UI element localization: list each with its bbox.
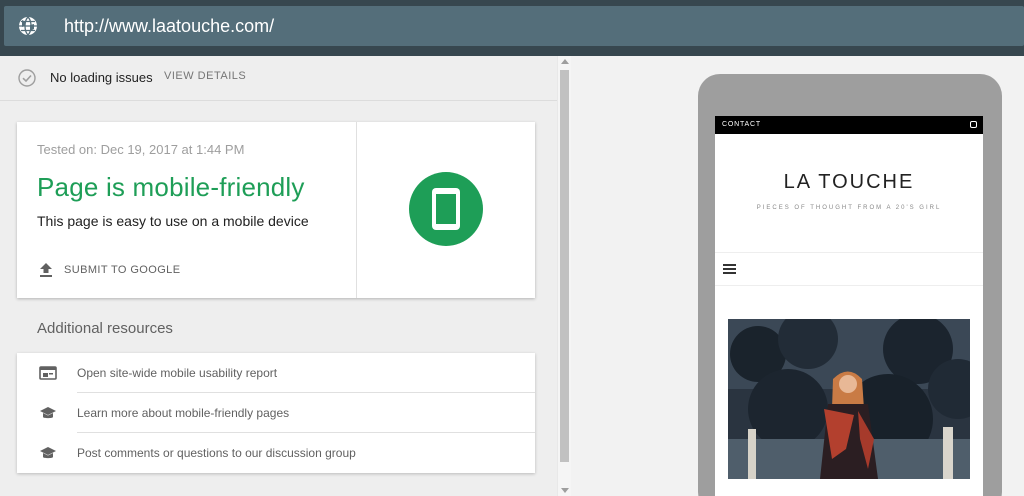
mobile-friendly-badge: [409, 172, 483, 246]
site-title: LA TOUCHE: [783, 171, 915, 193]
site-tagline: PIECES OF THOUGHT FROM A 20'S GIRL: [756, 205, 942, 211]
site-top-bar: CONTACT: [715, 116, 983, 134]
scroll-up-icon[interactable]: [561, 59, 569, 64]
school-icon: [40, 447, 56, 459]
globe-icon: [19, 16, 37, 36]
card-divider: [356, 122, 357, 298]
loading-status-row: No loading issues VIEW DETAILS: [0, 56, 558, 101]
hamburger-menu-icon: [723, 264, 737, 274]
school-icon: [40, 407, 56, 419]
url-text: http://www.laatouche.com/: [64, 16, 275, 36]
divider: [715, 252, 983, 253]
check-circle-icon: [18, 69, 36, 87]
scroll-thumb[interactable]: [560, 70, 569, 462]
url-bar: http://www.laatouche.com/: [0, 0, 1024, 56]
loading-status-text: No loading issues: [50, 70, 153, 85]
results-panel: No loading issues VIEW DETAILS Tested on…: [0, 56, 558, 496]
resources-list: Open site-wide mobile usability report L…: [17, 353, 535, 473]
result-description: This page is easy to use on a mobile dev…: [37, 213, 309, 229]
result-headline: Page is mobile-friendly: [37, 172, 305, 202]
scroll-down-icon[interactable]: [561, 488, 569, 493]
submit-to-google-label: SUBMIT TO GOOGLE: [64, 264, 181, 276]
preview-panel: CONTACT LA TOUCHE PIECES OF THOUGHT FROM…: [571, 56, 1024, 496]
tested-on-text: Tested on: Dec 19, 2017 at 1:44 PM: [37, 142, 245, 157]
resource-discussion-group[interactable]: Post comments or questions to our discus…: [17, 433, 535, 473]
view-details-button[interactable]: VIEW DETAILS: [164, 70, 246, 82]
additional-resources-heading: Additional resources: [37, 320, 173, 337]
result-card: Tested on: Dec 19, 2017 at 1:44 PM Page …: [17, 122, 535, 298]
scrollbar[interactable]: [557, 56, 571, 496]
phone-frame: CONTACT LA TOUCHE PIECES OF THOUGHT FROM…: [698, 74, 1002, 496]
resource-label: Open site-wide mobile usability report: [77, 366, 278, 380]
instagram-icon: [970, 121, 977, 128]
phone-screen: CONTACT LA TOUCHE PIECES OF THOUGHT FROM…: [715, 116, 983, 496]
site-contact-link: CONTACT: [722, 121, 761, 128]
divider: [715, 285, 983, 286]
url-field[interactable]: http://www.laatouche.com/: [4, 6, 1024, 46]
smartphone-icon: [432, 188, 460, 230]
report-icon: [39, 366, 57, 380]
resource-label: Post comments or questions to our discus…: [77, 446, 356, 460]
hero-image: [728, 319, 970, 479]
upload-icon: [40, 263, 52, 277]
resource-label: Learn more about mobile-friendly pages: [77, 406, 290, 420]
resource-learn-more[interactable]: Learn more about mobile-friendly pages: [17, 393, 535, 433]
resource-usability-report[interactable]: Open site-wide mobile usability report: [17, 353, 535, 393]
